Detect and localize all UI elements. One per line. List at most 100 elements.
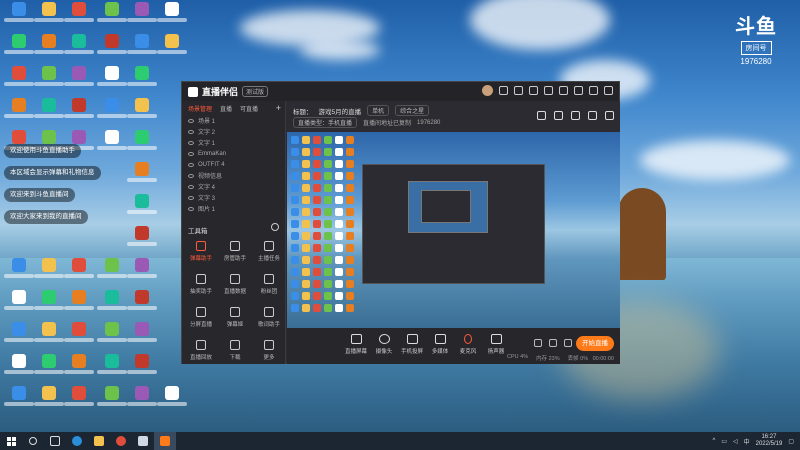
gear-icon[interactable] xyxy=(564,339,572,347)
eye-icon[interactable] xyxy=(549,339,557,347)
tool-button[interactable]: 弹幕助手 xyxy=(184,241,218,262)
desktop-icon[interactable] xyxy=(33,290,65,320)
desktop-icon[interactable] xyxy=(126,2,158,32)
visibility-icon[interactable] xyxy=(188,162,194,167)
desktop-icon[interactable] xyxy=(3,386,35,416)
room-title[interactable]: 游戏5月的直播 xyxy=(319,106,362,116)
microphone-button[interactable]: 麦克风 xyxy=(455,334,481,355)
tools-settings-icon[interactable] xyxy=(271,223,279,231)
screen-capture-button[interactable]: 直播屏幕 xyxy=(343,334,369,355)
tab-scene-manage[interactable]: 场景管理 xyxy=(188,104,212,113)
desktop-icon[interactable] xyxy=(96,34,128,64)
settings-icon[interactable] xyxy=(544,86,553,95)
visibility-icon[interactable] xyxy=(188,140,194,145)
desktop-icon[interactable] xyxy=(126,226,158,256)
desktop-icon[interactable] xyxy=(126,130,158,160)
desktop-icon[interactable] xyxy=(33,98,65,128)
visibility-icon[interactable] xyxy=(188,206,194,211)
phone-cast-button[interactable]: 手机投屏 xyxy=(399,334,425,355)
desktop-icon[interactable] xyxy=(96,66,128,96)
desktop-icon[interactable] xyxy=(63,34,95,64)
desktop-icon[interactable] xyxy=(96,2,128,32)
live-type[interactable]: 直播类型：手机直播 xyxy=(293,117,358,128)
desktop-icon[interactable] xyxy=(3,258,35,288)
desktop-icon[interactable] xyxy=(33,2,65,32)
tool-button[interactable]: 主播任务 xyxy=(252,241,286,262)
scene-item[interactable]: 视频信息 xyxy=(182,170,285,181)
desktop-icon[interactable] xyxy=(96,322,128,352)
clock[interactable]: 16:27 2022/5/19 xyxy=(756,434,783,448)
desktop-icon[interactable] xyxy=(96,354,128,384)
input-language[interactable]: 中 xyxy=(744,437,750,446)
lock-icon[interactable] xyxy=(554,111,563,120)
minimize-icon[interactable] xyxy=(574,86,583,95)
tray-up-icon[interactable]: ^ xyxy=(712,438,715,444)
maximize-icon[interactable] xyxy=(589,86,598,95)
desktop-icon[interactable] xyxy=(3,98,35,128)
desktop-icon[interactable] xyxy=(156,2,188,32)
desktop-icon[interactable] xyxy=(3,34,35,64)
desktop-icon[interactable] xyxy=(33,322,65,352)
desktop-icon[interactable] xyxy=(126,162,158,192)
desktop-icon[interactable] xyxy=(156,386,188,416)
taskbar-plane[interactable] xyxy=(132,432,154,450)
taskbar-edge[interactable] xyxy=(66,432,88,450)
avatar[interactable] xyxy=(482,85,493,96)
visibility-icon[interactable] xyxy=(188,129,194,134)
speaker-button[interactable]: 扬声器 xyxy=(483,334,509,355)
close-icon[interactable] xyxy=(604,86,613,95)
message-icon[interactable] xyxy=(499,86,508,95)
tool-button[interactable]: 分屏直播 xyxy=(184,307,218,328)
mail-icon[interactable] xyxy=(514,86,523,95)
volume-icon[interactable]: ◁ xyxy=(733,438,738,445)
subcategory-pill[interactable]: 综合之星 xyxy=(395,105,430,116)
media-button[interactable]: 多媒体 xyxy=(427,334,453,355)
desktop-icon[interactable] xyxy=(3,66,35,96)
room-link[interactable]: 直播间地址已复制 xyxy=(363,118,411,127)
desktop-icon[interactable] xyxy=(3,290,35,320)
tool-button[interactable]: 抽奖助手 xyxy=(184,274,218,295)
scene-item[interactable]: 文字 3 xyxy=(182,192,285,203)
visibility-icon[interactable] xyxy=(188,118,194,123)
scene-item[interactable]: 场景 1 xyxy=(182,115,285,126)
desktop-icon[interactable] xyxy=(63,354,95,384)
desktop-icon[interactable] xyxy=(126,194,158,224)
menu-icon[interactable] xyxy=(559,86,568,95)
desktop-icon[interactable] xyxy=(63,386,95,416)
desktop-icon[interactable] xyxy=(126,34,158,64)
shirt-icon[interactable] xyxy=(529,86,538,95)
desktop-icon[interactable] xyxy=(63,98,95,128)
tool-button[interactable]: 直播数据 xyxy=(218,274,252,295)
network-icon[interactable]: ▭ xyxy=(721,438,727,445)
desktop-icon[interactable] xyxy=(96,130,128,160)
desktop-icon[interactable] xyxy=(33,354,65,384)
desktop-icon[interactable] xyxy=(33,66,65,96)
desktop-icon[interactable] xyxy=(33,386,65,416)
desktop-icon[interactable] xyxy=(96,258,128,288)
bell-icon[interactable] xyxy=(588,111,597,120)
visibility-icon[interactable] xyxy=(188,151,194,156)
desktop-icon[interactable] xyxy=(96,290,128,320)
camera-button[interactable]: 摄像头 xyxy=(371,334,397,355)
desktop-icon[interactable] xyxy=(63,322,95,352)
tool-button[interactable]: 歌词助手 xyxy=(252,307,286,328)
desktop-icon[interactable] xyxy=(126,66,158,96)
desktop-icon[interactable] xyxy=(96,98,128,128)
notification-icon[interactable]: ▢ xyxy=(788,438,794,445)
share-icon[interactable] xyxy=(605,111,614,120)
taskview-button[interactable] xyxy=(44,432,66,450)
scene-item[interactable]: EmmaKan xyxy=(182,148,285,159)
desktop-icon[interactable] xyxy=(126,98,158,128)
category-pill[interactable]: 单机 xyxy=(367,105,390,116)
scene-item[interactable]: 文字 4 xyxy=(182,181,285,192)
tool-button[interactable]: 房管助手 xyxy=(218,241,252,262)
desktop-icon[interactable] xyxy=(126,258,158,288)
desktop-icon[interactable] xyxy=(33,258,65,288)
taskbar-explorer[interactable] xyxy=(88,432,110,450)
taskbar-streaming-app[interactable] xyxy=(154,432,176,450)
desktop-icon[interactable] xyxy=(126,386,158,416)
start-button[interactable] xyxy=(0,432,22,450)
desktop-icon[interactable] xyxy=(126,290,158,320)
scene-item[interactable]: 文字 2 xyxy=(182,126,285,137)
screen-icon[interactable] xyxy=(571,111,580,120)
